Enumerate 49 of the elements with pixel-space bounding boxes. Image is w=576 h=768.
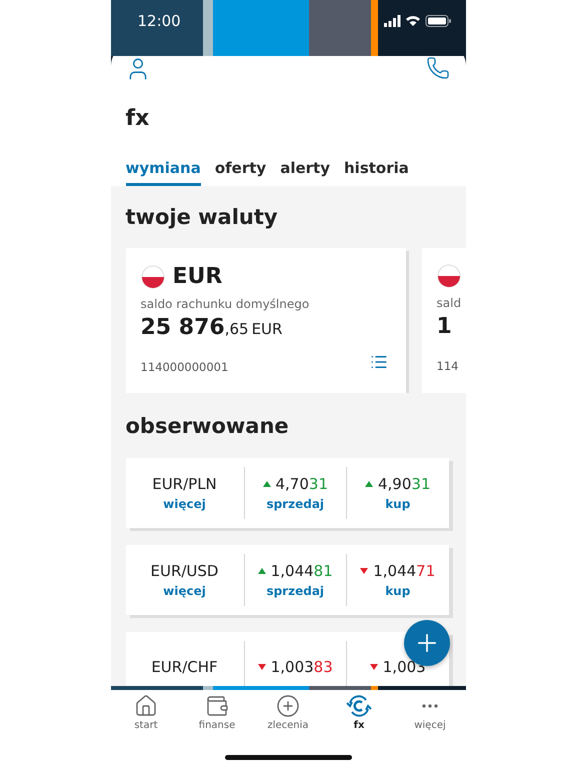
sell-link[interactable]: sprzedaj (266, 584, 324, 598)
tab[interactable]: alerty (280, 159, 330, 186)
nav-item[interactable]: fx (328, 694, 390, 736)
buy-link[interactable]: kup (385, 497, 410, 512)
status-time: 12:00 (138, 12, 181, 30)
sell-link[interactable]: sprzedaj (266, 497, 324, 512)
flag-icon (140, 264, 164, 289)
balance-amount: 25 876,65 (140, 315, 249, 340)
section-title: obserwowane (126, 415, 290, 438)
balance-caption: sald (436, 296, 462, 310)
currency-code: EUR (172, 264, 222, 290)
currency-pair: EUR/PLN (152, 475, 217, 494)
balance-caption: saldo rachunku domyślnego (140, 297, 310, 312)
exchange-rate: 1,04471 (373, 562, 436, 580)
currency-card[interactable]: EUR saldo rachunku domyślnego 25 876,65 EUR 114000000001 (126, 248, 406, 394)
currency-pair: EUR/CHF (151, 658, 218, 676)
home-icon (134, 694, 158, 718)
exchange-rate: 1,04481 (270, 562, 333, 580)
account-number: 114000000001 (140, 360, 228, 374)
exchange-rate: 4,7031 (276, 475, 328, 494)
more-link[interactable]: więcej (163, 584, 206, 598)
tab[interactable]: historia (344, 159, 409, 186)
page-title: fx (126, 108, 150, 130)
more-icon (422, 704, 438, 708)
currency-exchange-icon (346, 694, 372, 718)
rate-card[interactable]: EUR/USD więcej 1,04481 sprzedaj 1,04471 kup (126, 545, 448, 616)
section-title: twoje waluty (126, 206, 279, 230)
wifi-icon (406, 16, 420, 26)
wallet-icon (205, 694, 229, 718)
plus-circle-icon (276, 694, 300, 718)
nav-item[interactable]: finanse (186, 694, 248, 736)
more-link[interactable]: więcej (163, 497, 206, 512)
phone-icon[interactable] (426, 56, 450, 80)
balance-amount: 1 (436, 314, 452, 340)
nav-item[interactable]: start (115, 694, 177, 736)
currency-pair: EUR/USD (150, 562, 218, 580)
exchange-rate: 1,00383 (270, 658, 333, 676)
battery-icon (425, 15, 450, 27)
nav-item[interactable]: zlecenia (257, 694, 319, 736)
exchange-rate: 4,9031 (378, 475, 430, 494)
buy-link[interactable]: kup (385, 584, 410, 598)
rate-card[interactable]: EUR/PLN więcej 4,7031 sprzedaj 4,9031 kup (126, 458, 448, 528)
signal-icon (384, 15, 400, 27)
account-number: 114 (436, 359, 458, 374)
nav-item[interactable]: więcej (399, 694, 461, 736)
tab[interactable]: oferty (214, 159, 266, 186)
currency-card[interactable]: sald 1 114 (422, 248, 466, 394)
flag-icon (436, 264, 460, 288)
balance-currency: EUR (252, 320, 282, 338)
